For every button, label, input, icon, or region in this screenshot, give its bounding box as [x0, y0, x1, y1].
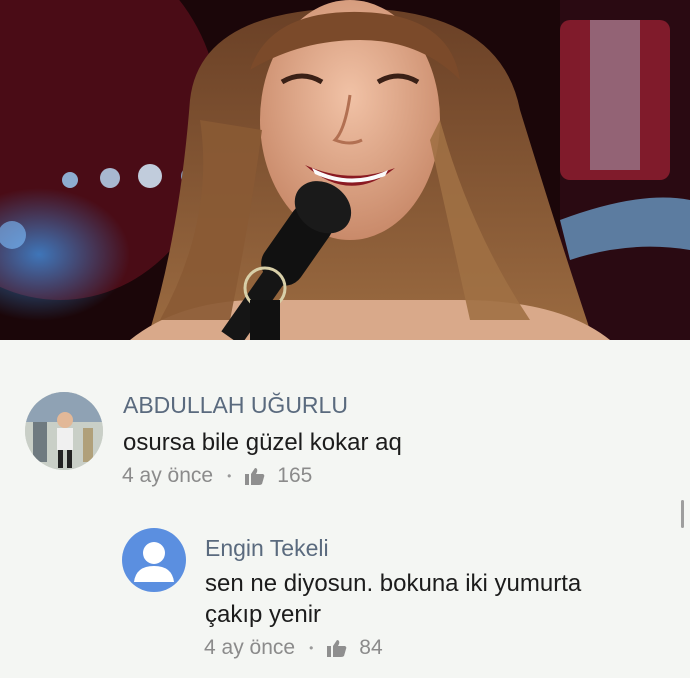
user-photo-avatar[interactable]	[25, 392, 103, 470]
comment-item: ABDULLAH UĞURLU osursa bile güzel kokar …	[0, 340, 690, 510]
like-count: 165	[277, 464, 313, 487]
comment-time[interactable]: 4 ay önce	[122, 464, 213, 488]
thumbs-up-icon[interactable]	[327, 639, 347, 657]
video-photo	[0, 0, 690, 340]
person-silhouette-icon	[134, 542, 174, 582]
separator-dot: •	[227, 469, 232, 483]
comments-section: ABDULLAH UĞURLU osursa bile güzel kokar …	[0, 340, 690, 678]
reply-text-line-2: çakıp yenir	[205, 601, 322, 628]
thumbs-up-icon[interactable]	[245, 467, 265, 485]
reply-meta: 4 ay önce • 84	[204, 636, 383, 660]
scrollbar-thumb[interactable]	[681, 500, 684, 528]
comment-meta: 4 ay önce • 165	[122, 464, 312, 488]
avatar-photo-icon	[25, 392, 103, 470]
comment-author[interactable]: ABDULLAH UĞURLU	[123, 392, 348, 419]
reply-like-count: 84	[359, 636, 383, 659]
reply-author[interactable]: Engin Tekeli	[205, 535, 329, 562]
default-person-icon[interactable]	[122, 528, 186, 592]
reply-item: Engin Tekeli sen ne diyosun. bokuna iki …	[0, 510, 690, 678]
reply-text-line-1: sen ne diyosun. bokuna iki yumurta	[205, 570, 582, 597]
separator-dot: •	[309, 641, 314, 655]
photo-illustration	[0, 0, 690, 340]
reply-time[interactable]: 4 ay önce	[204, 636, 295, 660]
comment-text: osursa bile güzel kokar aq	[123, 429, 402, 456]
